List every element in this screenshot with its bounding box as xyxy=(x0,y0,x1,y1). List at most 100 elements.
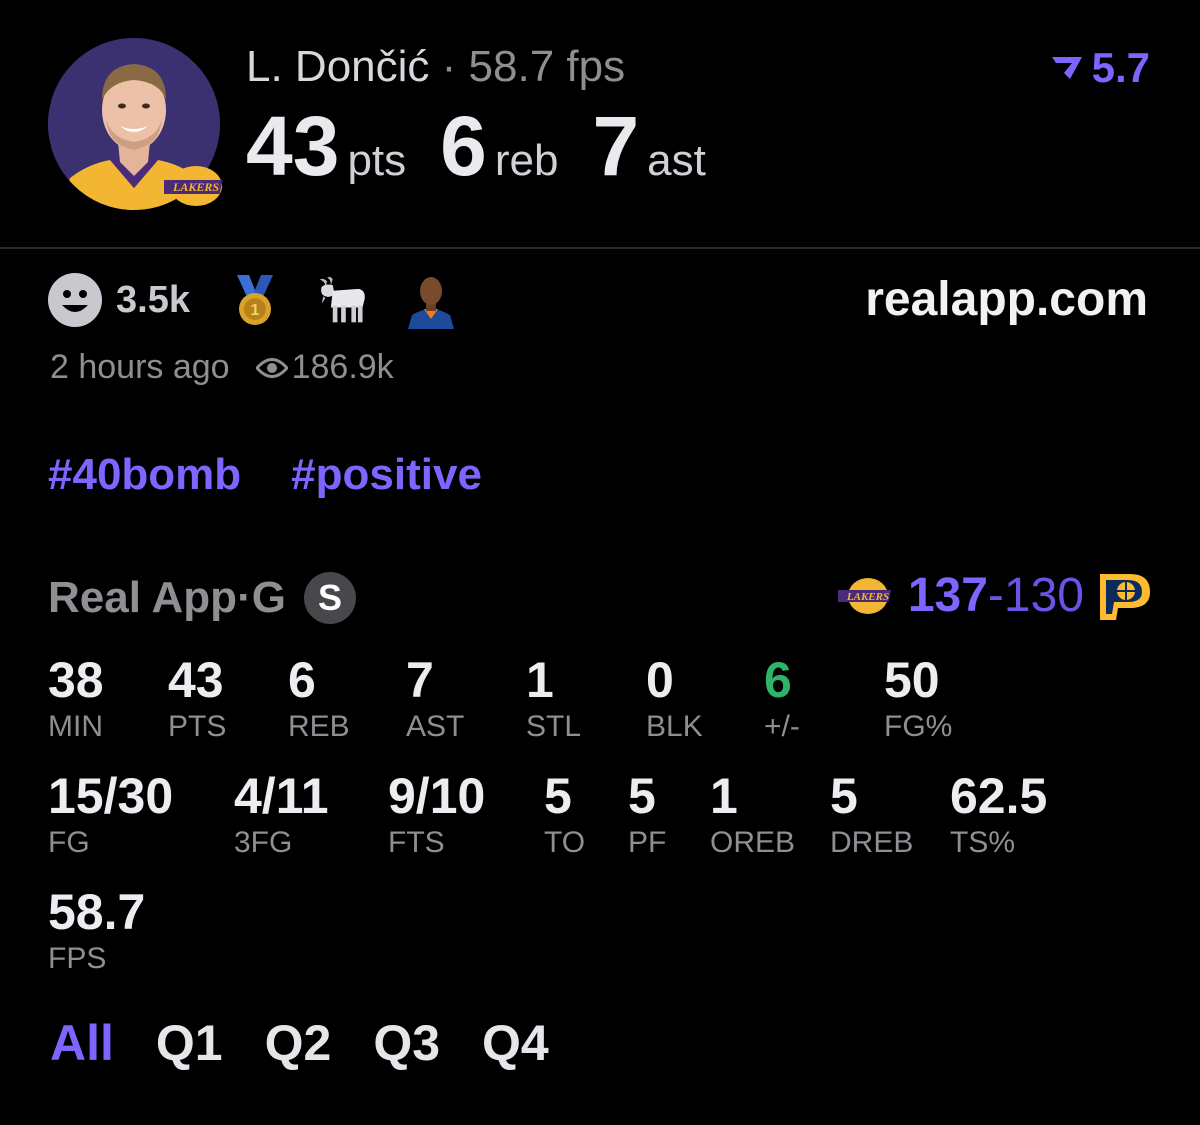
stat-label: FTS xyxy=(388,826,445,859)
stat-stl: 1 STL xyxy=(526,652,581,744)
stat-fts: 9/10 FTS xyxy=(388,768,485,860)
stat-reb: 6 REB xyxy=(288,652,350,744)
tab-q3[interactable]: Q3 xyxy=(373,1014,440,1072)
headline-statline: 43 pts 6 reb 7 ast xyxy=(246,98,740,195)
stat-value: 38 xyxy=(48,652,104,708)
stat-label: TS% xyxy=(950,826,1016,859)
stat-oreb: 1 OREB xyxy=(710,768,795,860)
player-face-icon xyxy=(407,277,454,329)
stat-min: 38 MIN xyxy=(48,652,104,744)
svg-text:LAKERS: LAKERS xyxy=(172,180,219,194)
site-link[interactable]: realapp.com xyxy=(865,272,1148,327)
stat-value: 5 xyxy=(544,768,572,824)
score-winning: 137 xyxy=(907,569,988,622)
eye-icon xyxy=(255,357,288,378)
gold-medal-icon: 1 xyxy=(236,275,273,325)
tab-all[interactable]: All xyxy=(50,1014,114,1072)
stat-3fg: 4/11 3FG xyxy=(234,768,329,860)
stat-dreb: 5 DREB xyxy=(830,768,913,860)
lakers-logo-icon: LAKERS xyxy=(837,577,891,614)
stat-label: PF xyxy=(628,826,667,859)
stat-to: 5 TO xyxy=(544,768,585,860)
stat-label: TO xyxy=(544,826,586,859)
post-meta: 2 hours ago 186.9k xyxy=(50,348,394,387)
stat-value: 5 xyxy=(830,768,858,824)
stat-label: DREB xyxy=(830,826,914,859)
stat-blk: 0 BLK xyxy=(646,652,703,744)
stat-pf: 5 PF xyxy=(628,768,666,860)
stat-label: FPS xyxy=(48,942,107,975)
pacers-logo-icon xyxy=(1100,573,1150,620)
medal-reaction[interactable]: 1 xyxy=(228,271,282,329)
stat-label: 3FG xyxy=(234,826,293,859)
stat-value: 6 xyxy=(764,652,792,708)
stat-label: STL xyxy=(526,710,582,743)
stat-label: OREB xyxy=(710,826,796,859)
stat-label: REB xyxy=(288,710,350,743)
stat-label: MIN xyxy=(48,710,103,743)
stat-value: 5 xyxy=(628,768,656,824)
stat-pts: 43 PTS xyxy=(168,652,226,744)
stat-ast: 7 AST xyxy=(406,652,464,744)
stat-plus-minus: 6 +/- xyxy=(764,652,800,744)
tab-q4[interactable]: Q4 xyxy=(482,1014,549,1072)
reaction-count: 3.5k xyxy=(116,278,190,321)
stat-value: 58.7 xyxy=(48,884,146,940)
stat-label: FG xyxy=(48,826,90,859)
stat-value: 7 xyxy=(406,652,434,708)
vote-value: 5.7 xyxy=(1091,44,1150,91)
stat-value: 62.5 xyxy=(950,768,1048,824)
stat-fps: 58.7 FPS xyxy=(48,884,145,976)
fps-text: 58.7 fps xyxy=(468,42,626,91)
player-name[interactable]: L. Dončić xyxy=(246,42,429,91)
headline-pts: 43 xyxy=(246,99,340,193)
score-dash: - xyxy=(987,569,1004,622)
tab-q2[interactable]: Q2 xyxy=(265,1014,332,1072)
hashtags: #40bomb #positive xyxy=(48,450,482,500)
reactions-row: 3.5k 1 xyxy=(48,270,492,330)
stat-value: 9/10 xyxy=(388,768,486,824)
player-reaction[interactable] xyxy=(404,271,458,329)
starter-badge: S xyxy=(303,572,356,624)
score-losing: 130 xyxy=(1003,569,1084,622)
upvote-button[interactable]: 5.7 xyxy=(1050,44,1150,92)
stat-label: +/- xyxy=(764,710,800,743)
stat-ts-pct: 62.5 TS% xyxy=(950,768,1047,860)
reaction-smiley-icon[interactable] xyxy=(48,273,102,327)
stat-label: BLK xyxy=(646,710,703,743)
hashtag-positive[interactable]: #positive xyxy=(291,450,482,500)
stat-fg: 15/30 FG xyxy=(48,768,173,860)
stat-value: 1 xyxy=(710,768,738,824)
vote-arrow-icon xyxy=(1051,57,1082,79)
headline-pts-unit: pts xyxy=(347,136,407,185)
svg-text:LAKERS: LAKERS xyxy=(846,591,889,603)
tab-q1[interactable]: Q1 xyxy=(156,1014,223,1072)
goat-reaction[interactable] xyxy=(316,271,370,329)
source-name[interactable]: Real App xyxy=(48,573,237,623)
stat-label: FG% xyxy=(884,710,953,743)
headline-ast: 7 xyxy=(592,99,640,193)
stat-value: 6 xyxy=(288,652,316,708)
game-source: Real App · G S xyxy=(48,572,356,624)
stat-value: 4/11 xyxy=(234,768,329,824)
stat-value: 50 xyxy=(884,652,940,708)
header-divider xyxy=(0,247,1200,249)
stat-label: PTS xyxy=(168,710,227,743)
headline-ast-unit: ast xyxy=(647,136,706,185)
title-separator: · xyxy=(429,42,469,91)
game-score[interactable]: LAKERS 137-130 xyxy=(837,568,1152,623)
goat-icon xyxy=(319,277,365,323)
quarter-tabs: All Q1 Q2 Q3 Q4 xyxy=(50,1014,549,1072)
stat-fg-pct: 50 FG% xyxy=(884,652,952,744)
stat-value: 15/30 xyxy=(48,768,174,824)
hashtag-40bomb[interactable]: #40bomb xyxy=(48,450,241,500)
lakers-logo-icon: LAKERS xyxy=(164,166,223,206)
headline-reb-unit: reb xyxy=(494,136,559,185)
player-title: L. Dončić · 58.7 fps xyxy=(246,42,625,92)
stat-value: 1 xyxy=(526,652,554,708)
headline-reb: 6 xyxy=(440,99,487,193)
stat-value: 0 xyxy=(646,652,674,708)
post-time: 2 hours ago xyxy=(50,348,230,386)
game-info-row: Real App · G S LAKERS 137-130 xyxy=(48,568,1152,628)
post-header: LAKERS L. Dončić · 58.7 fps 43 pts 6 reb 7 as… xyxy=(0,0,1200,248)
